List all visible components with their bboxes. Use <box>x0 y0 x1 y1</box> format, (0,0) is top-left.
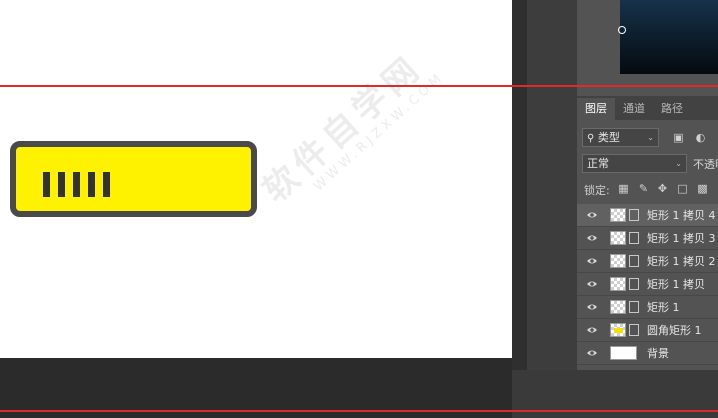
tab-channels[interactable]: 通道 <box>615 98 653 120</box>
eye-visibility-icon[interactable] <box>586 348 598 358</box>
adjustment-filter-icon[interactable]: ◐ <box>695 132 706 143</box>
chevron-down-icon: ⌄ <box>647 133 654 142</box>
watermark-sub-text: WWW.RJZXW.COM <box>311 69 448 195</box>
document-canvas[interactable]: 软件自学网 WWW.RJZXW.COM <box>0 0 512 358</box>
progress-tick <box>43 172 50 197</box>
layer-name: 圆角矩形 1 <box>647 324 702 337</box>
eye-visibility-icon[interactable] <box>586 233 598 243</box>
layer-filter-select[interactable]: ⚲ 类型 ⌄ <box>582 128 659 147</box>
lock-label: 锁定: <box>584 184 610 197</box>
layer-thumbnail <box>610 300 626 314</box>
progress-tick <box>103 172 110 197</box>
layer-name: 背景 <box>647 347 669 360</box>
layers-panel-tabs: 图层 通道 路径 <box>577 96 718 120</box>
layer-row[interactable]: 背景 <box>577 342 718 365</box>
layer-row[interactable]: 圆角矩形 1 <box>577 319 718 342</box>
vector-mask-link-icon <box>629 324 639 336</box>
layer-thumbnail <box>610 346 637 360</box>
color-picker-marker[interactable] <box>618 26 626 34</box>
tab-layers[interactable]: 图层 <box>577 98 615 120</box>
image-filter-icon[interactable]: ▣ <box>673 132 684 143</box>
watermark: 软件自学网 WWW.RJZXW.COM <box>250 35 447 222</box>
eye-visibility-icon[interactable] <box>586 325 598 335</box>
layer-name: 矩形 1 拷贝 4 <box>647 209 716 222</box>
layer-name: 矩形 1 拷贝 2 <box>647 255 716 268</box>
layer-name: 矩形 1 拷贝 <box>647 278 705 291</box>
color-picker-field[interactable] <box>620 0 718 74</box>
blend-mode-select[interactable]: 正常 ⌄ <box>582 154 687 173</box>
tab-paths[interactable]: 路径 <box>653 98 691 120</box>
search-icon: ⚲ <box>587 133 595 144</box>
layer-thumbnail <box>610 208 626 222</box>
eye-visibility-icon[interactable] <box>586 256 598 266</box>
layer-thumbnail <box>610 323 626 337</box>
chevron-down-icon: ⌄ <box>675 159 682 168</box>
layer-row[interactable]: 矩形 1 拷贝 2 <box>577 250 718 273</box>
layer-name: 矩形 1 <box>647 301 680 314</box>
vector-mask-link-icon <box>629 255 639 267</box>
panel-dock-gap <box>527 0 577 370</box>
blend-mode-label: 正常 <box>587 157 609 170</box>
layer-row[interactable]: 矩形 1 拷贝 3 <box>577 227 718 250</box>
lock-position-move-icon[interactable]: ✥ <box>657 183 668 194</box>
vector-mask-link-icon <box>629 209 639 221</box>
layer-row[interactable]: 矩形 1 <box>577 296 718 319</box>
progress-bar <box>10 141 257 217</box>
lock-all-icon[interactable]: ▩ <box>697 183 708 194</box>
eye-visibility-icon[interactable] <box>586 302 598 312</box>
lock-transparent-icon[interactable]: ▦ <box>618 183 629 194</box>
lock-artboard-icon[interactable]: □ <box>677 183 688 194</box>
layer-row[interactable]: 矩形 1 拷贝 <box>577 273 718 296</box>
layer-thumbnail <box>610 231 626 245</box>
opacity-label: 不透明 <box>693 158 718 171</box>
eye-visibility-icon[interactable] <box>586 210 598 220</box>
eye-visibility-icon[interactable] <box>586 279 598 289</box>
watermark-main-text: 软件自学网 <box>255 47 431 211</box>
progress-ticks <box>43 172 110 197</box>
guide-line-horizontal[interactable] <box>0 410 718 412</box>
vector-mask-link-icon <box>629 232 639 244</box>
vector-mask-link-icon <box>629 301 639 313</box>
layer-name: 矩形 1 拷贝 3 <box>647 232 716 245</box>
layer-thumbnail <box>610 277 626 291</box>
guide-line-horizontal[interactable] <box>0 85 718 87</box>
layer-row[interactable]: 矩形 1 拷贝 4 <box>577 204 718 227</box>
layer-thumbnail <box>610 254 626 268</box>
canvas-vertical-scrollbar[interactable] <box>512 0 527 370</box>
lock-paint-brush-icon[interactable]: ✎ <box>638 183 649 194</box>
vector-mask-link-icon <box>629 278 639 290</box>
progress-tick <box>88 172 95 197</box>
layers-list: 矩形 1 拷贝 4 矩形 1 拷贝 3 矩形 1 拷贝 2 矩形 1 拷贝 矩形… <box>577 204 718 365</box>
progress-tick <box>58 172 65 197</box>
layer-filter-label: 类型 <box>597 131 620 144</box>
progress-tick <box>73 172 80 197</box>
